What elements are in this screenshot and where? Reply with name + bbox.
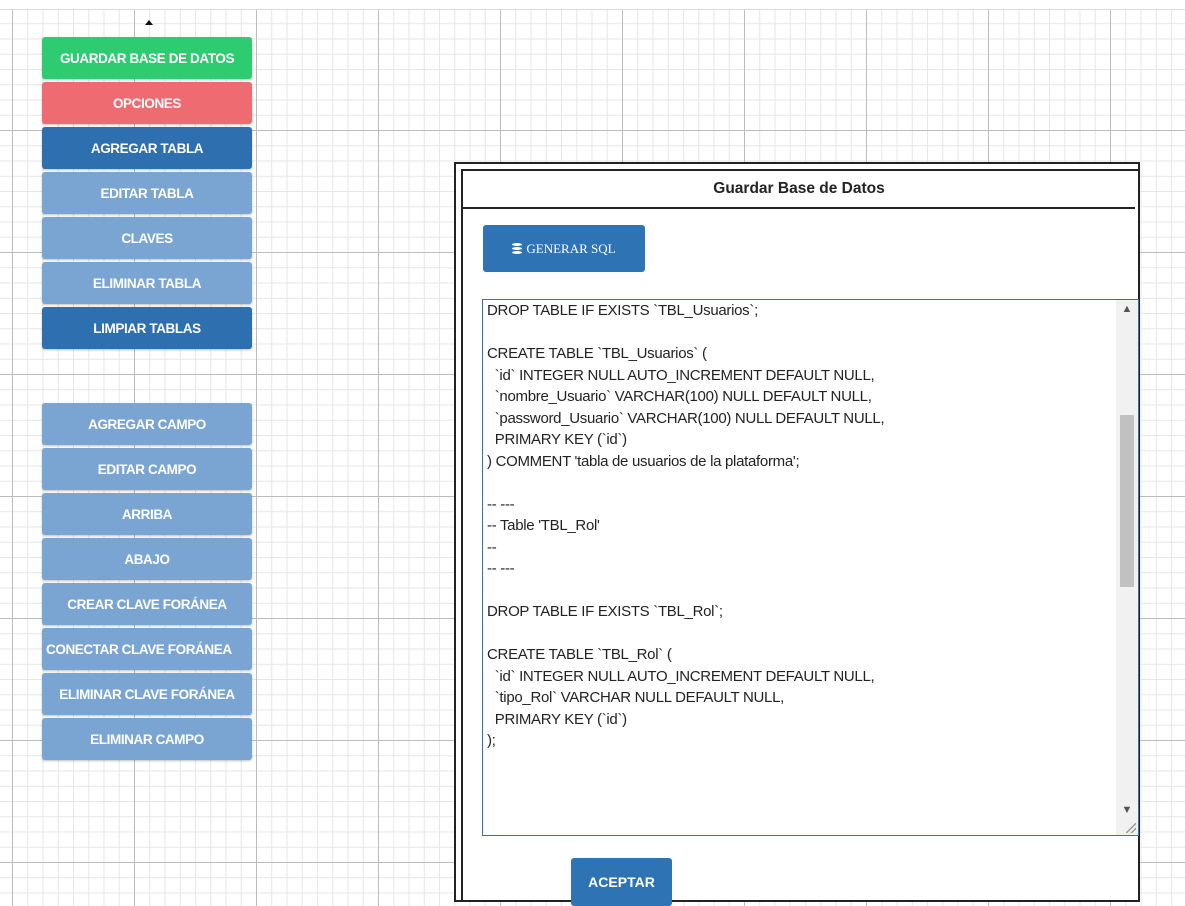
keys-button[interactable]: CLAVES [42,217,252,259]
scroll-down-icon[interactable]: ▼ [1116,801,1138,819]
sql-output-textarea[interactable]: DROP TABLE IF EXISTS `TBL_Usuarios`; CRE… [482,299,1139,836]
sql-text[interactable]: DROP TABLE IF EXISTS `TBL_Usuarios`; CRE… [487,300,1112,835]
delete-field-button[interactable]: ELIMINAR CAMPO [42,718,252,760]
modal-frame: Guardar Base de Datos GENERAR SQL DROP T… [461,169,1139,906]
generate-sql-label: GENERAR SQL [526,240,616,256]
vertical-scrollbar[interactable]: ▲ ▼ [1116,300,1138,835]
move-down-button[interactable]: ABAJO [42,538,252,580]
save-database-button[interactable]: GUARDAR BASE DE DATOS [42,37,252,79]
create-foreign-key-button[interactable]: CREAR CLAVE FORÁNEA [42,583,252,625]
database-icon [512,243,523,254]
modal-title: Guardar Base de Datos [463,171,1135,209]
caret-up-icon [145,20,153,25]
save-database-modal: Guardar Base de Datos GENERAR SQL DROP T… [454,162,1140,906]
delete-table-button[interactable]: ELIMINAR TABLA [42,262,252,304]
add-field-button[interactable]: AGREGAR CAMPO [42,403,252,445]
scrollbar-thumb[interactable] [1120,415,1134,587]
clear-tables-button[interactable]: LIMPIAR TABLAS [42,307,252,349]
resize-handle-icon[interactable] [1126,823,1136,833]
generate-sql-button[interactable]: GENERAR SQL [483,225,645,272]
edit-field-button[interactable]: EDITAR CAMPO [42,448,252,490]
top-border [0,0,1185,10]
options-button[interactable]: OPCIONES [42,82,252,124]
edit-table-button[interactable]: EDITAR TABLA [42,172,252,214]
sidebar: GUARDAR BASE DE DATOS OPCIONES AGREGAR T… [42,37,252,763]
move-up-button[interactable]: ARRIBA [42,493,252,535]
scroll-up-icon[interactable]: ▲ [1116,300,1138,318]
add-table-button[interactable]: AGREGAR TABLA [42,127,252,169]
connect-foreign-key-button[interactable]: CONECTAR CLAVE FORÁNEA [42,628,252,670]
delete-foreign-key-button[interactable]: ELIMINAR CLAVE FORÁNEA [42,673,252,715]
